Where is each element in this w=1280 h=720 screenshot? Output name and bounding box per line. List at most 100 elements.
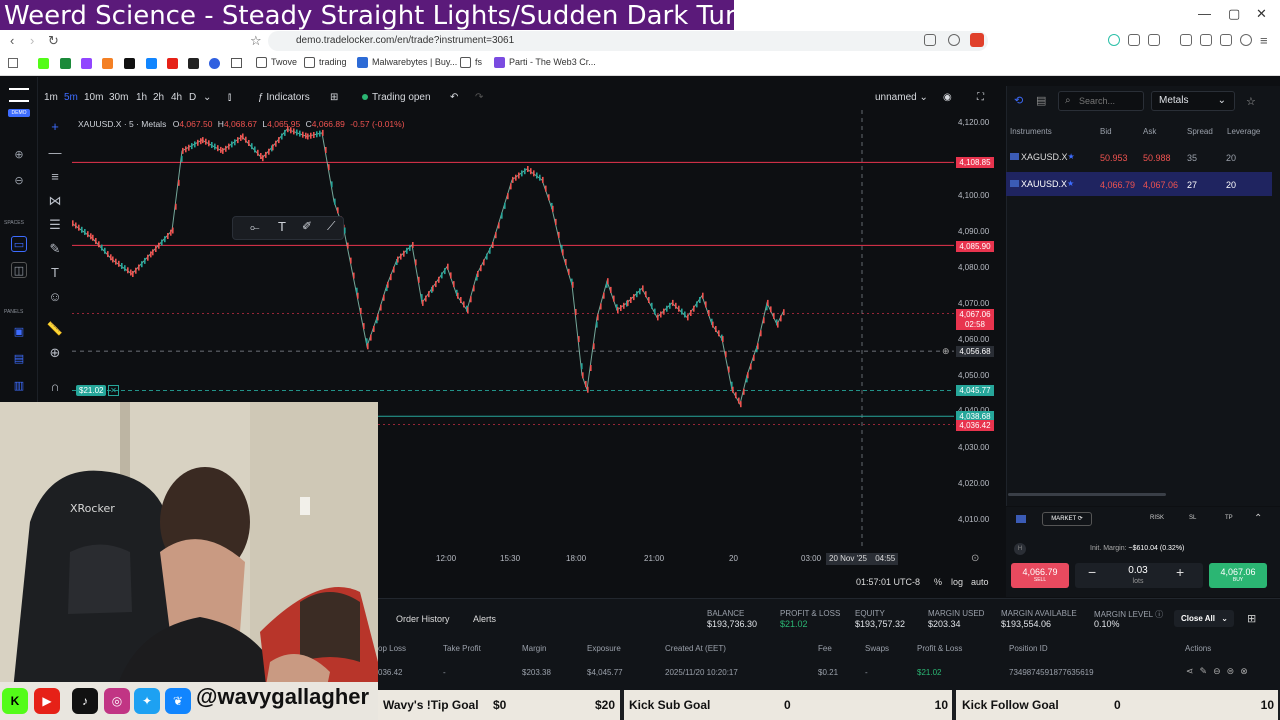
tab-order-history[interactable]: Order History xyxy=(396,614,450,624)
risk-tab[interactable]: RISK xyxy=(1150,515,1164,521)
sidebar-icon[interactable] xyxy=(1180,34,1192,46)
panel-chart-icon[interactable]: ▣ xyxy=(11,324,27,340)
add-alert-icon[interactable]: ⊕ xyxy=(942,346,950,357)
space-icon[interactable]: ◫ xyxy=(11,262,27,278)
bluesky-bookmark-icon[interactable] xyxy=(146,58,157,69)
kick-bookmark-icon[interactable] xyxy=(38,58,49,69)
favorite-star-icon[interactable]: ★ xyxy=(1068,152,1075,161)
row-actions[interactable]: ⋖✎⊖⊜⊗ xyxy=(1186,666,1254,677)
line-tool-icon[interactable]: — xyxy=(46,144,64,162)
reload-icon[interactable]: ↻ xyxy=(48,33,59,49)
menu-icon[interactable]: ≡ xyxy=(1260,33,1268,48)
bookmark-icon[interactable] xyxy=(102,58,113,69)
layouts-icon[interactable]: ⊞ xyxy=(330,92,338,103)
timeframe-30m[interactable]: 30m xyxy=(109,92,128,103)
text-tool-icon[interactable]: T xyxy=(278,219,286,234)
zoom-out-icon[interactable]: ⊖ xyxy=(11,173,27,189)
chevron-up-icon[interactable]: ⌃ xyxy=(1254,513,1262,524)
edit-icon[interactable]: ✎ xyxy=(1200,666,1214,676)
list-tab-icon[interactable]: ▤ xyxy=(1036,94,1050,108)
twitch-bookmark-icon[interactable] xyxy=(81,58,92,69)
magnet-tool-icon[interactable]: ∩ xyxy=(46,378,64,396)
timeframe-5m[interactable]: 5m xyxy=(64,92,78,103)
bookmark-icon[interactable] xyxy=(188,58,199,69)
timeframe-10m[interactable]: 10m xyxy=(84,92,103,103)
bookmark-star-icon[interactable]: ☆ xyxy=(250,33,262,49)
emoji-tool-icon[interactable]: ☺ xyxy=(46,288,64,306)
sl-tab[interactable]: SL xyxy=(1189,515,1196,521)
ray-tool-icon[interactable]: ⟋ xyxy=(327,219,335,234)
space-icon[interactable]: ▭ xyxy=(11,236,27,252)
undo-icon[interactable]: ↶ xyxy=(450,92,458,103)
pattern-tool-icon[interactable]: ⋈ xyxy=(46,192,64,210)
sell-button[interactable]: 4,066.79 SELL xyxy=(1011,563,1069,588)
bookmark-twove[interactable]: Twove xyxy=(256,57,297,69)
forward-icon[interactable]: › xyxy=(30,33,34,48)
vpn-icon[interactable] xyxy=(1220,34,1232,46)
close-position-icon[interactable]: ⊗ xyxy=(1240,666,1254,676)
close-all-button[interactable]: Close All ⌄ xyxy=(1174,610,1234,627)
bookmark-icon[interactable] xyxy=(60,58,71,69)
stop-loss-tag[interactable]: 4,036.42 xyxy=(956,420,994,431)
folder-icon[interactable] xyxy=(231,58,242,68)
timeframe-1m[interactable]: 1m xyxy=(44,92,58,103)
minus-icon[interactable]: − xyxy=(1088,564,1096,580)
horizontal-scrollbar[interactable] xyxy=(1008,493,1166,496)
lots-value[interactable]: 0.03 xyxy=(1118,565,1158,576)
indicators-button[interactable]: ƒ Indicators xyxy=(258,92,310,103)
market-order-tab[interactable]: MARKET ⟳ xyxy=(1042,512,1092,526)
redo-icon[interactable]: ↷ xyxy=(475,92,483,103)
fib-tool-icon[interactable]: ≡ xyxy=(46,168,64,186)
wallet-icon[interactable] xyxy=(1200,34,1212,46)
buy-button[interactable]: 4,067.06 BUY xyxy=(1209,563,1267,588)
screenshot-icon[interactable]: ◉ xyxy=(943,92,952,103)
bookmark-trading[interactable]: trading xyxy=(304,57,347,69)
plus-icon[interactable]: + xyxy=(1176,564,1184,580)
fullscreen-icon[interactable]: ⛶ xyxy=(977,92,984,103)
position-pnl-badge[interactable]: $21.02 xyxy=(76,385,107,396)
projection-tool-icon[interactable]: ☰ xyxy=(46,216,64,234)
pen-tool-icon[interactable]: ✐ xyxy=(302,219,312,233)
category-select[interactable]: Metals ⌄ xyxy=(1151,91,1235,111)
price-tag-line[interactable]: 4,085.90 xyxy=(956,241,994,252)
ruler-tool-icon[interactable]: 📏 xyxy=(46,320,64,338)
entry-price-tag[interactable]: 4,045.77 xyxy=(956,385,994,396)
minimize-icon[interactable]: — xyxy=(1198,6,1211,21)
brush-tool-icon[interactable]: ✎ xyxy=(46,240,64,258)
info-icon[interactable]: ⓘ xyxy=(1155,610,1163,619)
partial-close-icon[interactable]: ⊖ xyxy=(1213,666,1227,676)
favorites-star-icon[interactable]: ☆ xyxy=(1246,95,1256,108)
address-bar[interactable]: demo.tradelocker.com/en/trade?instrument… xyxy=(268,31,988,51)
share-icon[interactable] xyxy=(924,34,936,46)
percent-scale-toggle[interactable]: % xyxy=(934,577,942,587)
layout-name-dropdown[interactable]: unnamed ⌄ xyxy=(875,92,928,103)
timeframe-d[interactable]: D xyxy=(189,92,196,103)
brave-rewards-icon[interactable] xyxy=(970,33,984,47)
profile-icon[interactable] xyxy=(1240,34,1252,46)
column-settings-icon[interactable]: ⊞ xyxy=(1247,612,1256,625)
instruments-tab-icon[interactable]: ⟲ xyxy=(1014,94,1028,108)
chart-type-icon[interactable]: ⫾ xyxy=(228,92,231,103)
hedge-icon[interactable]: H xyxy=(1014,543,1026,555)
timeframe-1h[interactable]: 1h xyxy=(136,92,147,103)
favorite-star-icon[interactable]: ★ xyxy=(1067,179,1074,188)
panel-positions-icon[interactable]: ▥ xyxy=(11,378,27,394)
search-input[interactable] xyxy=(1079,94,1141,108)
timeframe-2h[interactable]: 2h xyxy=(153,92,164,103)
extension-icon[interactable] xyxy=(1148,34,1160,46)
x-bookmark-icon[interactable] xyxy=(124,58,135,69)
reverse-icon[interactable]: ⊜ xyxy=(1227,666,1241,676)
bookmark-parti[interactable]: Parti - The Web3 Cr... xyxy=(494,57,596,69)
close-position-icon[interactable]: ✕ xyxy=(108,385,119,396)
bookmark-malwarebytes[interactable]: Malwarebytes | Buy... xyxy=(357,57,457,69)
bookmark-icon[interactable] xyxy=(209,58,220,69)
timeframe-4h[interactable]: 4h xyxy=(171,92,182,103)
panel-orders-icon[interactable]: ▤ xyxy=(11,351,27,367)
zoom-in-icon[interactable]: ⊕ xyxy=(11,147,27,163)
extension-icon[interactable] xyxy=(1108,34,1120,46)
close-icon[interactable]: ✕ xyxy=(1256,6,1267,22)
share-icon[interactable]: ⋖ xyxy=(1186,666,1200,676)
settings-icon[interactable]: ⊙ xyxy=(971,553,979,564)
instrument-search[interactable]: ⌕ xyxy=(1058,91,1144,111)
bookmark-fs[interactable]: fs xyxy=(460,57,482,69)
